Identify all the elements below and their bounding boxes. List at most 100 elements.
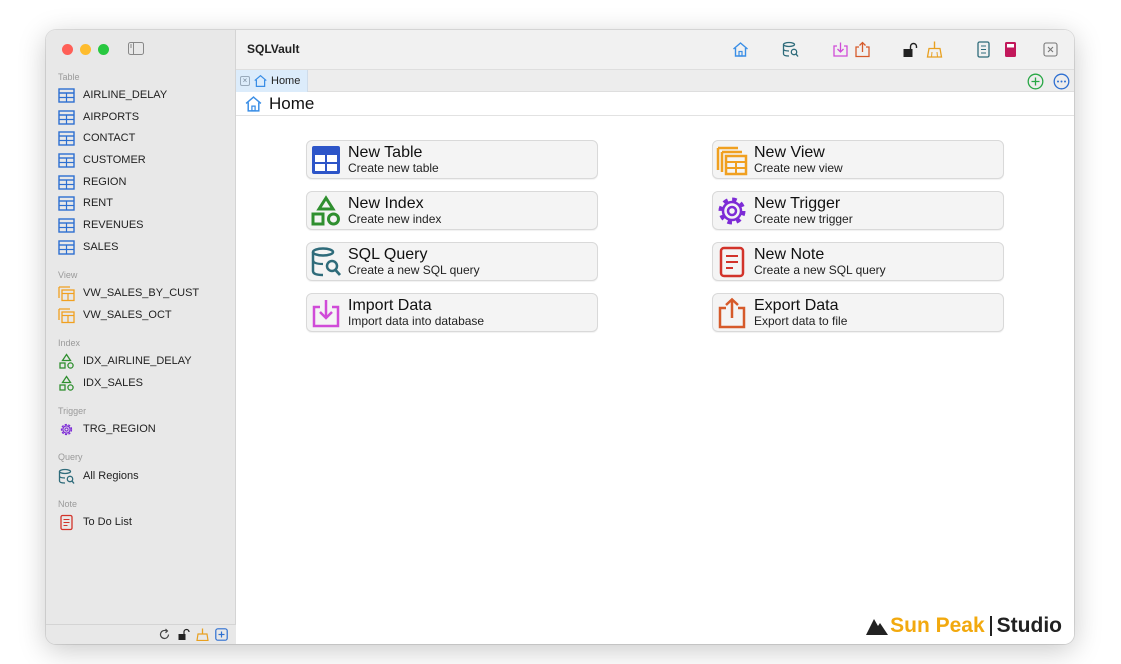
brand-divider [989, 616, 992, 636]
index-icon [59, 352, 74, 369]
gear-icon [718, 197, 746, 224]
zoom-window-button[interactable] [98, 44, 109, 55]
add-square-icon[interactable] [215, 628, 228, 641]
page-header: Home [236, 92, 1074, 116]
tab-label: Home [271, 75, 301, 87]
brand-logo: Sun Peak Studio [866, 614, 1062, 638]
sidebar-item-label: VW_SALES_BY_CUST [83, 287, 200, 299]
new-view-button[interactable]: New View Create new view [712, 140, 1004, 179]
index-icon [311, 194, 340, 225]
import-data-button[interactable]: Import Data Import data into database [306, 293, 598, 332]
section-label-query: Query [58, 452, 83, 462]
tab-bar: × Home [236, 70, 1074, 92]
sidebar-item-rent[interactable]: RENT [58, 193, 228, 213]
card-title: New Trigger [754, 195, 841, 212]
database-search-icon[interactable] [782, 41, 799, 58]
card-subtitle: Create new index [348, 212, 442, 226]
export-data-button[interactable]: Export Data Export data to file [712, 293, 1004, 332]
card-subtitle: Export data to file [754, 314, 848, 328]
database-search-icon [311, 246, 342, 276]
close-icon[interactable] [1042, 41, 1059, 58]
table-icon [58, 239, 75, 255]
import-icon[interactable] [832, 41, 849, 58]
mountain-icon [866, 619, 889, 635]
table-icon [58, 195, 75, 211]
sidebar-item-idx-sales[interactable]: IDX_SALES [58, 373, 228, 393]
sidebar-item-to-do-list[interactable]: To Do List [58, 512, 228, 532]
sidebar-item-label: To Do List [83, 516, 132, 528]
broom-icon[interactable] [196, 628, 209, 641]
sidebar-item-label: CONTACT [83, 132, 136, 144]
tab-close-icon[interactable]: × [240, 76, 250, 86]
refresh-icon[interactable] [158, 628, 171, 641]
index-icon [59, 374, 74, 391]
new-table-button[interactable]: New Table Create new table [306, 140, 598, 179]
gear-icon [60, 423, 73, 435]
sidebar-item-contact[interactable]: CONTACT [58, 128, 228, 148]
card-text: New Note Create a new SQL query [754, 246, 886, 277]
table-icon [58, 217, 75, 233]
sidebar-item-all-regions[interactable]: All Regions [58, 466, 228, 486]
section-label-index: Index [58, 338, 81, 348]
sidebar-item-airports[interactable]: AIRPORTS [58, 107, 228, 127]
card-title: New Note [754, 246, 825, 263]
sidebar-item-label: RENT [83, 197, 113, 209]
import-icon [312, 299, 340, 327]
card-subtitle: Create new table [348, 161, 439, 175]
sidebar-item-customer[interactable]: CUSTOMER [58, 150, 228, 170]
home-icon [245, 95, 262, 112]
broom-icon[interactable] [926, 41, 943, 58]
section-label-view: View [58, 270, 78, 280]
unlock-icon[interactable] [177, 628, 190, 641]
sql-query-button[interactable]: SQL Query Create a new SQL query [306, 242, 598, 281]
card-text: New View Create new view [754, 144, 843, 175]
home-icon[interactable] [732, 41, 749, 58]
export-icon[interactable] [854, 41, 871, 58]
card-subtitle: Create a new SQL query [754, 263, 886, 277]
table-icon [58, 152, 75, 168]
add-tab-icon[interactable] [1027, 73, 1044, 90]
minimize-window-button[interactable] [80, 44, 91, 55]
card-text: New Table Create new table [348, 144, 439, 175]
sidebar-item-label: VW_SALES_OCT [83, 309, 172, 321]
card-subtitle: Create a new SQL query [348, 263, 480, 277]
script-icon[interactable] [975, 41, 992, 58]
tab-home[interactable]: × Home [236, 70, 308, 92]
card-text: Import Data Import data into database [348, 297, 484, 328]
sidebar-item-label: All Regions [83, 470, 139, 482]
card-title: Export Data [754, 297, 839, 314]
sidebar-item-label: REGION [83, 176, 127, 188]
new-note-button[interactable]: New Note Create a new SQL query [712, 242, 1004, 281]
sidebar-item-sales[interactable]: SALES [58, 237, 228, 257]
sidebar-item-label: SALES [83, 241, 119, 253]
sidebar-item-vw-sales-by-cust[interactable]: VW_SALES_BY_CUST [58, 283, 228, 303]
sidebar-item-idx-airline-delay[interactable]: IDX_AIRLINE_DELAY [58, 351, 228, 371]
card-subtitle: Create new view [754, 161, 843, 175]
card-text: Export Data Export data to file [754, 297, 847, 328]
card-text: New Trigger Create new trigger [754, 195, 853, 226]
sidebar-item-label: CUSTOMER [83, 154, 146, 166]
note-icon [719, 246, 745, 277]
page-title: Home [269, 93, 315, 113]
sidebar-item-region[interactable]: REGION [58, 172, 228, 192]
sidebar-toggle-icon[interactable] [128, 42, 144, 55]
section-label-table: Table [58, 72, 80, 82]
close-window-button[interactable] [62, 44, 73, 55]
window-controls [62, 44, 109, 55]
card-title: New View [754, 144, 825, 161]
sidebar-item-vw-sales-oct[interactable]: VW_SALES_OCT [58, 305, 228, 325]
sidebar-item-trg-region[interactable]: TRG_REGION [58, 419, 228, 439]
new-index-button[interactable]: New Index Create new index [306, 191, 598, 230]
sidebar-item-revenues[interactable]: REVENUES [58, 215, 228, 235]
card-text: SQL Query Create a new SQL query [348, 246, 480, 277]
unlock-icon[interactable] [902, 41, 919, 58]
sidebar-item-airline-delay[interactable]: AIRLINE_DELAY [58, 85, 228, 105]
card-title: New Index [348, 195, 424, 212]
more-icon[interactable] [1053, 73, 1070, 90]
view-icon [58, 285, 75, 301]
book-icon[interactable] [1002, 41, 1019, 58]
new-trigger-button[interactable]: New Trigger Create new trigger [712, 191, 1004, 230]
card-subtitle: Create new trigger [754, 212, 853, 226]
table-icon [58, 87, 75, 103]
brand-studio: Studio [996, 614, 1062, 637]
